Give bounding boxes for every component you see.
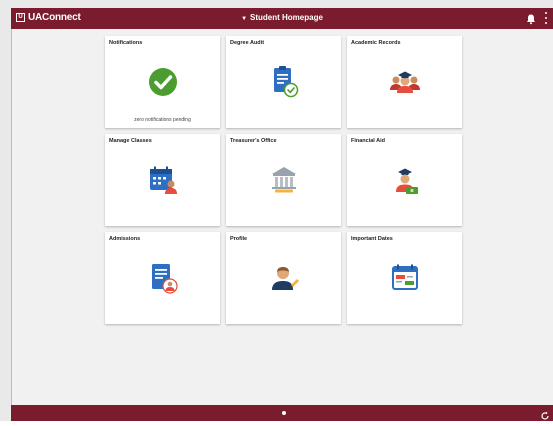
kebab-menu-icon[interactable] [543, 12, 549, 24]
tile-treasurers-office[interactable]: Treasurer's Office [226, 134, 341, 226]
chevron-down-icon: ▼ [241, 16, 248, 22]
refresh-icon[interactable] [540, 408, 550, 420]
tile-important-dates[interactable]: Important Dates [347, 232, 462, 324]
page-dot-icon[interactable] [282, 411, 286, 415]
tile-profile[interactable]: Profile [226, 232, 341, 324]
calendar-person-icon [143, 160, 183, 200]
top-banner: U UAConnect ▼ Student Homepage [11, 8, 553, 29]
tile-title: Profile [230, 236, 248, 242]
tile-admissions[interactable]: Admissions [105, 232, 220, 324]
calendar-events-icon [385, 258, 425, 298]
tile-academic-records[interactable]: Academic Records [347, 36, 462, 128]
tile-title: Manage Classes [109, 138, 152, 144]
tile-subtitle: zero notifications pending [134, 117, 191, 123]
graduates-icon [385, 62, 425, 102]
bottom-bar [11, 405, 553, 421]
bank-building-icon [264, 160, 304, 200]
clipboard-check-icon [264, 62, 304, 102]
tile-title: Important Dates [351, 236, 393, 242]
page-title: Student Homepage [250, 13, 323, 22]
tile-grid: Notifications zero notifications pending… [105, 36, 462, 324]
document-person-icon [143, 258, 183, 298]
tile-manage-classes[interactable]: Manage Classes [105, 134, 220, 226]
tile-title: Treasurer's Office [230, 138, 277, 144]
bell-icon[interactable] [525, 12, 537, 25]
graduate-money-icon [385, 160, 425, 200]
tile-notifications[interactable]: Notifications zero notifications pending [105, 36, 220, 128]
tile-title: Academic Records [351, 40, 401, 46]
tile-title: Admissions [109, 236, 141, 242]
page-title-dropdown[interactable]: ▼ Student Homepage [11, 13, 553, 22]
tile-financial-aid[interactable]: Financial Aid [347, 134, 462, 226]
tile-title: Degree Audit [230, 40, 265, 46]
user-edit-icon [264, 258, 304, 298]
check-circle-icon [143, 62, 183, 102]
tile-degree-audit[interactable]: Degree Audit [226, 36, 341, 128]
tile-title: Notifications [109, 40, 143, 46]
tile-title: Financial Aid [351, 138, 386, 144]
